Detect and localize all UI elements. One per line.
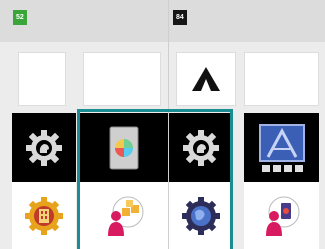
gear-head-icon (12, 113, 76, 182)
bottom-tile-4[interactable] (244, 182, 319, 249)
player-84-badge[interactable]: 84 (173, 10, 187, 25)
portal-frame-icon (244, 113, 319, 182)
black-tile-2[interactable] (80, 113, 168, 182)
player-52-badge[interactable]: 52 (13, 10, 27, 25)
player-84-header (169, 0, 325, 42)
game-board: 52 84 (0, 0, 325, 249)
card-slot-1[interactable] (18, 52, 66, 106)
gear-building-icon (12, 182, 76, 249)
gear-head-icon (169, 113, 233, 182)
person-phone-icon (244, 182, 319, 249)
phone-rainbow-icon (80, 113, 168, 182)
card-slot-2[interactable] (83, 52, 161, 106)
bottom-tile-1[interactable] (12, 182, 76, 249)
bottom-tile-3[interactable] (169, 182, 233, 249)
gear-globe-icon (169, 182, 233, 249)
bottom-tile-2[interactable] (80, 182, 168, 249)
black-tile-4[interactable] (244, 113, 319, 182)
tent-icon (177, 53, 235, 105)
black-tile-3[interactable] (169, 113, 233, 182)
tent-card[interactable] (176, 52, 236, 106)
card-slot-4[interactable] (244, 52, 319, 106)
person-boxes-icon (80, 182, 168, 249)
black-tile-1[interactable] (12, 113, 76, 182)
